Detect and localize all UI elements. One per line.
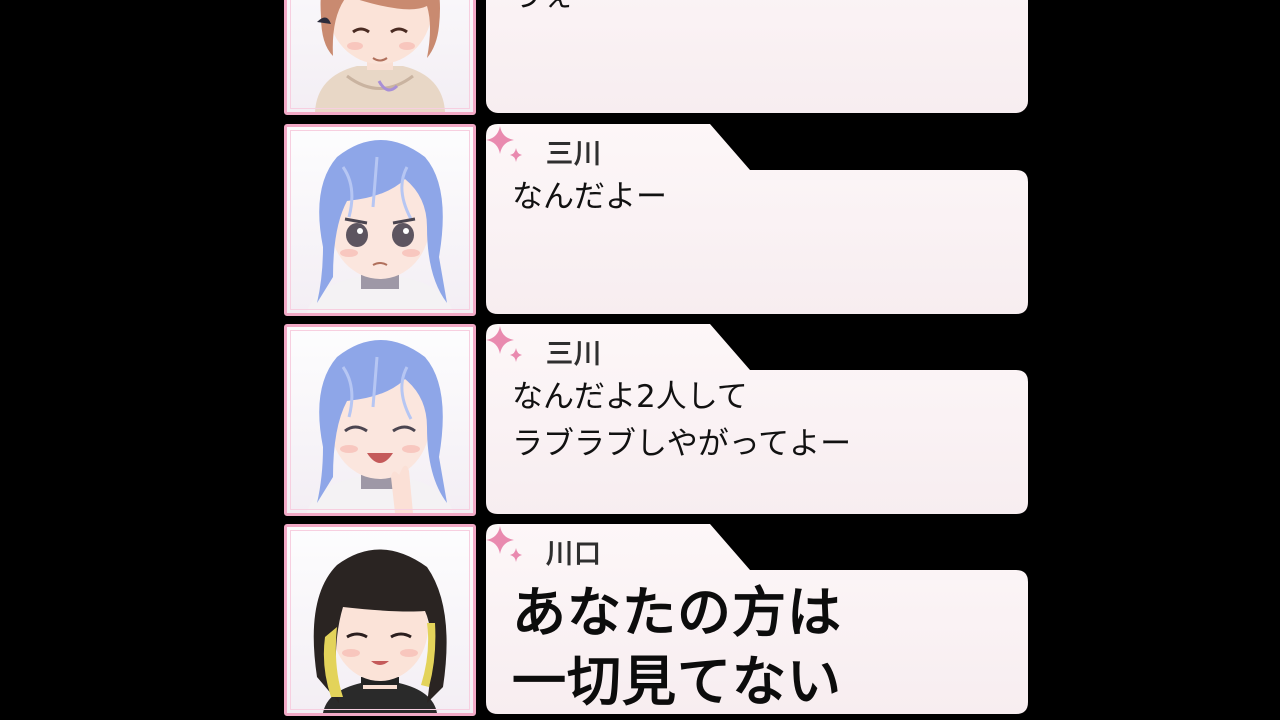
speaker-name: 三川	[546, 339, 602, 370]
dialogue-bubble: うぇ	[484, 0, 1030, 115]
dialogue-text-emphasized: あなたの方は 一切見てない	[512, 581, 842, 713]
sparkle-icon	[486, 126, 522, 162]
chat-row: うぇ	[284, 0, 1030, 115]
chat-row: 川口 あなたの方は 一切見てない	[284, 524, 1030, 716]
dialogue-text: なんだよー	[512, 179, 667, 215]
speaker-name: 川口	[546, 539, 602, 570]
sparkle-icon	[486, 526, 522, 562]
sparkle-icon	[486, 326, 522, 362]
character-portrait-black-yellow-hair	[284, 524, 476, 716]
character-portrait-blue-hair-laughing	[284, 324, 476, 516]
chat-row: 三川 なんだよ2人して ラブラブしやがってよー	[284, 324, 1030, 516]
dialogue-text: うぇ	[512, 0, 574, 20]
chat-row: 三川 なんだよー	[284, 124, 1030, 316]
character-portrait-brown-hair	[284, 0, 476, 115]
dialogue-text: なんだよ2人して ラブラブしやがってよー	[512, 379, 852, 462]
dialogue-bubble: 三川 なんだよ2人して ラブラブしやがってよー	[484, 324, 1030, 516]
character-portrait-blue-hair-worried	[284, 124, 476, 316]
dialogue-bubble: 川口 あなたの方は 一切見てない	[484, 524, 1030, 716]
speaker-name: 三川	[546, 139, 602, 170]
dialogue-bubble: 三川 なんだよー	[484, 124, 1030, 316]
